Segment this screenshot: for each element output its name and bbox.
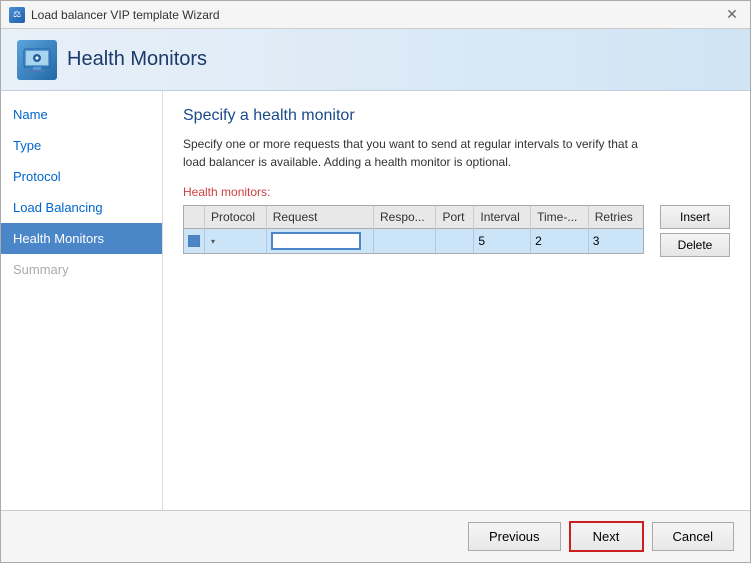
sidebar-item-name[interactable]: Name <box>1 99 162 130</box>
table-action-buttons: Insert Delete <box>660 205 730 257</box>
health-monitors-table: Protocol Request Respo... Port Interval … <box>184 206 643 253</box>
protocol-dropdown-arrow[interactable]: ▾ <box>211 237 215 246</box>
header-icon <box>17 40 57 80</box>
row-retries: 3 <box>588 229 643 254</box>
close-button[interactable]: ✕ <box>722 5 742 25</box>
content-area: Specify a health monitor Specify one or … <box>163 91 750 510</box>
content-title: Specify a health monitor <box>183 107 730 125</box>
sidebar-item-summary: Summary <box>1 254 162 285</box>
sidebar-item-health-monitors[interactable]: Health Monitors <box>1 223 162 254</box>
request-input[interactable] <box>271 232 361 250</box>
content-description: Specify one or more requests that you wa… <box>183 135 653 171</box>
header-banner: Health Monitors <box>1 29 750 91</box>
row-request[interactable] <box>266 229 373 254</box>
table-header-row: Protocol Request Respo... Port Interval … <box>184 206 643 229</box>
sidebar: Name Type Protocol Load Balancing Health… <box>1 91 163 510</box>
next-button[interactable]: Next <box>569 521 644 552</box>
main-content: Name Type Protocol Load Balancing Health… <box>1 91 750 510</box>
insert-button[interactable]: Insert <box>660 205 730 229</box>
col-header-retries: Retries <box>588 206 643 229</box>
col-header-interval: Interval <box>474 206 531 229</box>
row-timeout: 2 <box>531 229 589 254</box>
sidebar-item-type[interactable]: Type <box>1 130 162 161</box>
section-label: Health monitors: <box>183 185 730 199</box>
col-header-response: Respo... <box>373 206 436 229</box>
row-response <box>373 229 436 254</box>
sidebar-item-protocol[interactable]: Protocol <box>1 161 162 192</box>
header-title: Health Monitors <box>67 48 207 71</box>
app-icon: ⚖ <box>9 7 25 23</box>
row-protocol[interactable]: ▾ <box>205 229 267 254</box>
row-select[interactable] <box>184 229 205 254</box>
table-row: ▾ 5 2 3 <box>184 229 643 254</box>
col-header-request: Request <box>266 206 373 229</box>
wizard-window: ⚖ Load balancer VIP template Wizard ✕ He… <box>0 0 751 563</box>
delete-button[interactable]: Delete <box>660 233 730 257</box>
col-header-timeout: Time-... <box>531 206 589 229</box>
row-port <box>436 229 474 254</box>
window-title: Load balancer VIP template Wizard <box>31 8 220 22</box>
col-header-checkbox <box>184 206 205 229</box>
previous-button[interactable]: Previous <box>468 522 561 551</box>
health-monitors-table-container: Protocol Request Respo... Port Interval … <box>183 205 644 254</box>
sidebar-item-load-balancing[interactable]: Load Balancing <box>1 192 162 223</box>
col-header-protocol: Protocol <box>205 206 267 229</box>
col-header-port: Port <box>436 206 474 229</box>
cancel-button[interactable]: Cancel <box>652 522 734 551</box>
footer: Previous Next Cancel <box>1 510 750 562</box>
title-bar: ⚖ Load balancer VIP template Wizard ✕ <box>1 1 750 29</box>
row-interval: 5 <box>474 229 531 254</box>
